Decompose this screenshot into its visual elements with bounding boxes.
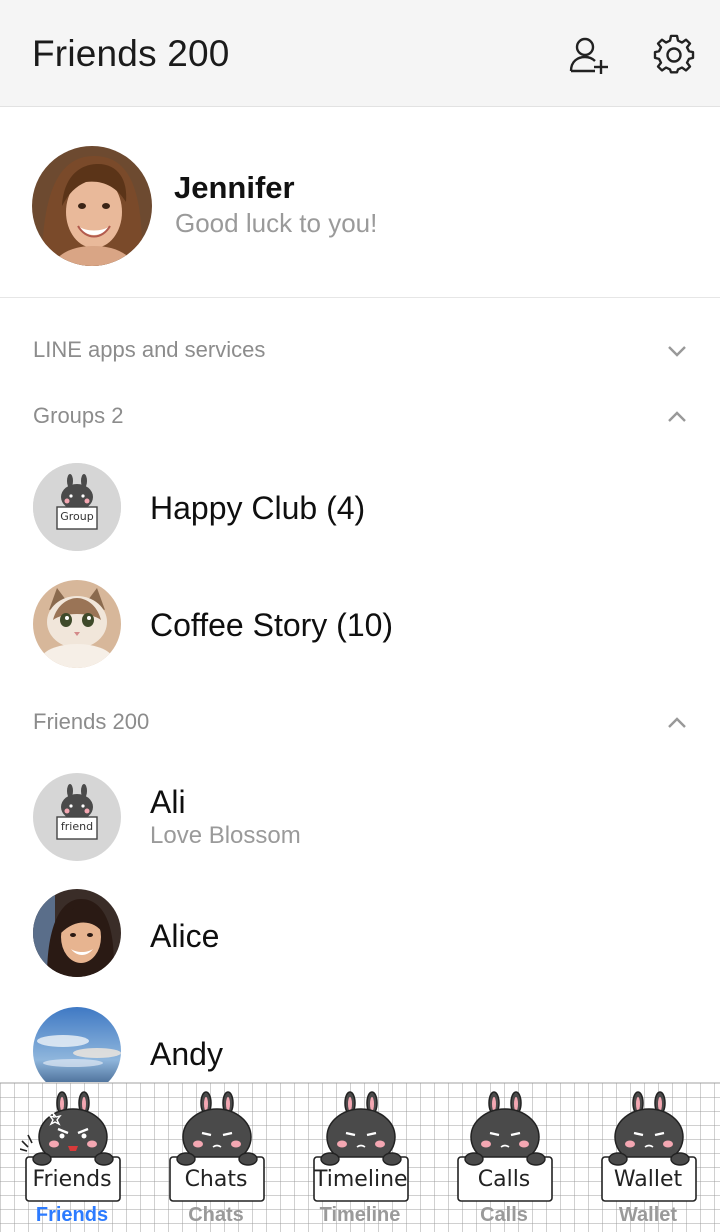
add-friend-icon[interactable]: [568, 34, 610, 76]
tab-sign-text: Calls: [477, 1167, 531, 1192]
friend-row-ali[interactable]: Ali Love Blossom: [0, 766, 720, 866]
profile-name: Jennifer: [174, 170, 295, 205]
tab-sign-text: Wallet: [613, 1167, 683, 1192]
top-header: Friends 200: [0, 0, 720, 107]
tab-label: Calls: [480, 1204, 528, 1226]
tab-label: Timeline: [319, 1204, 401, 1226]
profile-status-message: Good luck to you!: [175, 208, 378, 238]
tab-calls[interactable]: Calls Calls: [432, 1083, 576, 1232]
friend-status-message: Love Blossom: [150, 822, 301, 849]
group-row-coffee-story[interactable]: Coffee Story (10): [0, 573, 720, 673]
friend-name: Ali: [150, 784, 186, 820]
tab-label: Wallet: [618, 1204, 678, 1226]
woman-photo-avatar: [33, 889, 121, 977]
page-title: Friends 200: [32, 33, 230, 74]
chevron-up-icon[interactable]: [666, 406, 688, 428]
section-line-apps[interactable]: LINE apps and services: [0, 330, 720, 370]
group-avatar-sign: Group: [60, 510, 94, 523]
tab-sign-text: Chats: [184, 1167, 248, 1192]
chevron-up-icon[interactable]: [666, 712, 688, 734]
tab-label: Chats: [188, 1204, 244, 1226]
friend-name: Andy: [150, 1036, 223, 1072]
tab-sign-text: Friends: [32, 1167, 112, 1192]
section-label: Friends 200: [33, 709, 150, 734]
gear-icon[interactable]: [653, 34, 695, 76]
tab-timeline[interactable]: Timeline Timeline: [288, 1083, 432, 1232]
tab-sign-text: Timeline: [314, 1167, 408, 1192]
friend-row-alice[interactable]: Alice: [0, 882, 720, 982]
section-friends[interactable]: Friends 200: [0, 702, 720, 742]
section-label: Groups 2: [33, 403, 124, 428]
group-row-happy-club[interactable]: Happy Club (4): [0, 456, 720, 556]
chevron-down-icon[interactable]: [666, 340, 688, 362]
tab-chats[interactable]: Chats Chats: [144, 1083, 288, 1232]
cat-photo-avatar: [33, 580, 121, 668]
friend-name: Alice: [150, 918, 220, 954]
tab-friends[interactable]: Friends Friends: [0, 1083, 144, 1232]
bunny-friend-avatar: [33, 773, 121, 861]
group-name: Happy Club (4): [150, 490, 366, 526]
bottom-tab-bar: Friends Friends Chats Chats Timeline Tim…: [0, 1082, 720, 1232]
tab-label: Friends: [35, 1204, 109, 1226]
group-name: Coffee Story (10): [150, 607, 394, 643]
bunny-group-avatar: [33, 463, 121, 551]
friend-avatar-sign: friend: [60, 820, 94, 833]
profile-avatar[interactable]: [32, 146, 152, 266]
section-label: LINE apps and services: [33, 337, 266, 362]
section-groups[interactable]: Groups 2: [0, 396, 720, 436]
tab-wallet[interactable]: Wallet Wallet: [576, 1083, 720, 1232]
my-profile[interactable]: Jennifer Good luck to you!: [0, 108, 720, 298]
